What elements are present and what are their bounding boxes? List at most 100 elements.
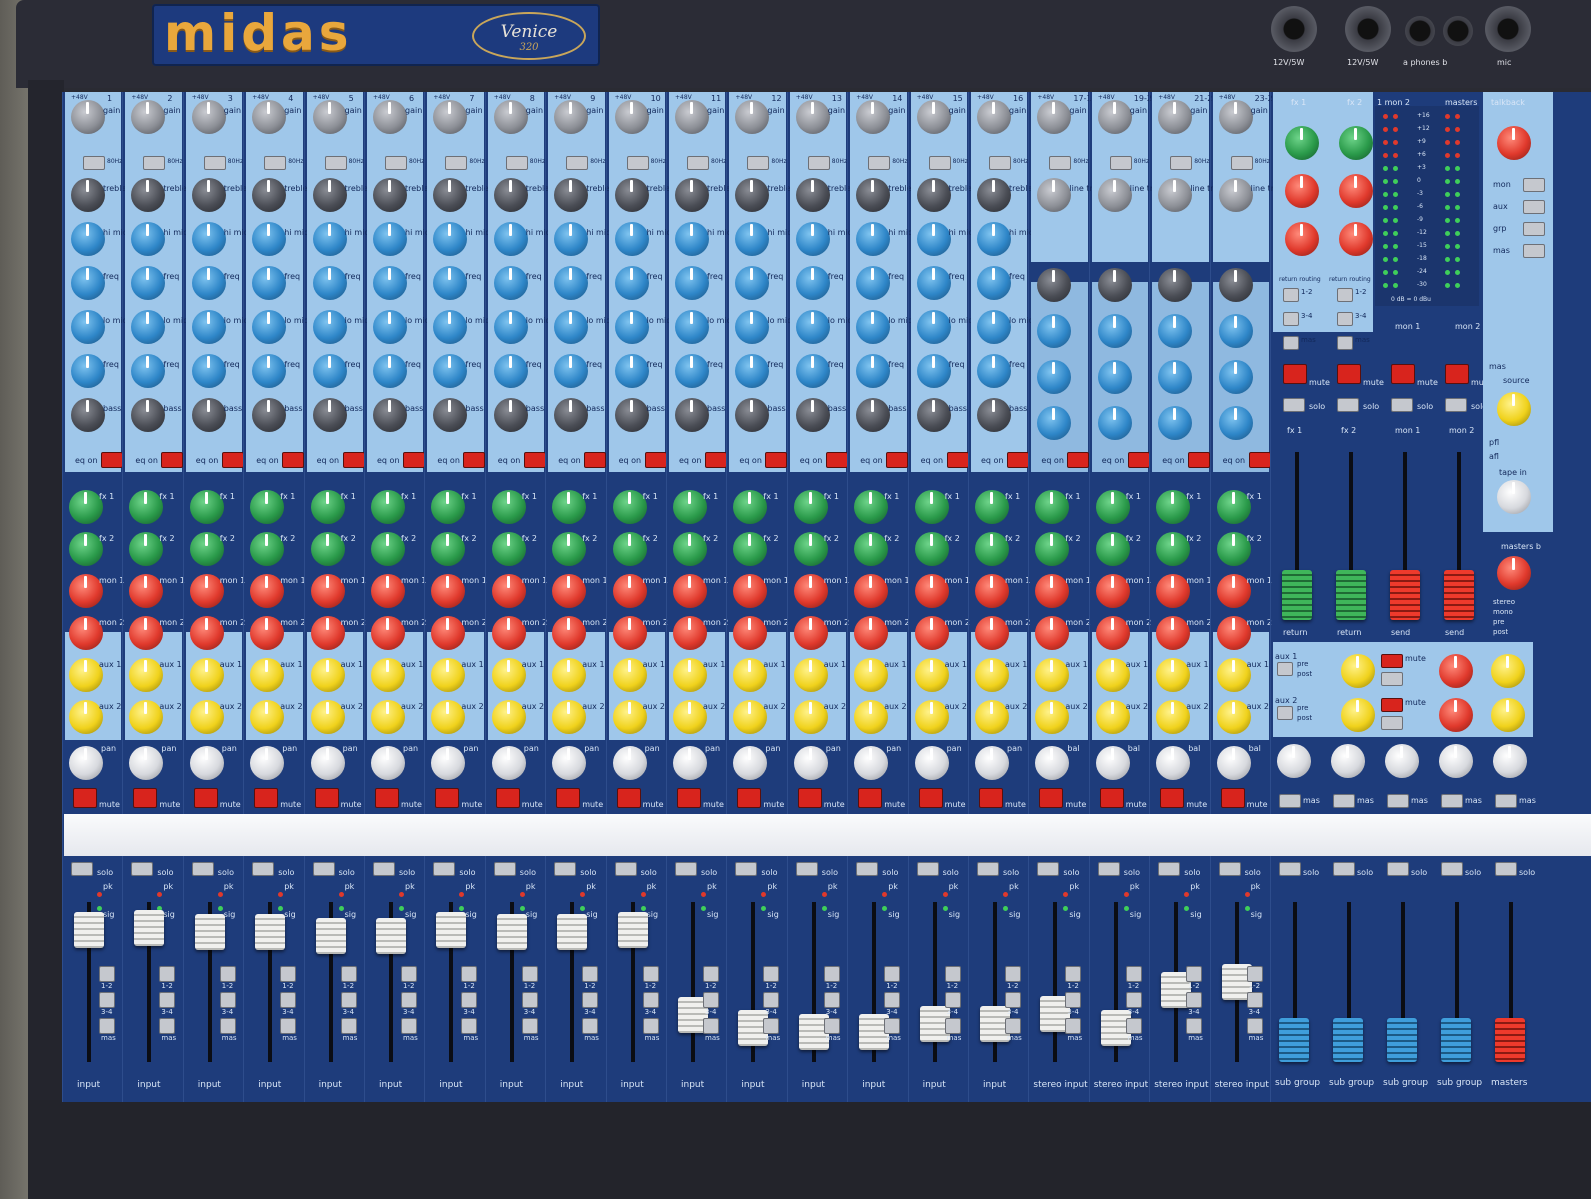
- fx-return-knob[interactable]: [1339, 126, 1373, 160]
- lo-mid-freq-knob[interactable]: [977, 354, 1011, 388]
- bass-knob[interactable]: [977, 398, 1011, 432]
- treble-knob[interactable]: [493, 178, 528, 212]
- master-solo-button[interactable]: [1283, 398, 1305, 412]
- fx1-send-knob[interactable]: [371, 490, 405, 524]
- talkback-dest-button[interactable]: [1523, 200, 1545, 214]
- hi-mid-knob[interactable]: [614, 222, 649, 256]
- routing-button[interactable]: [461, 966, 478, 982]
- aux2-send-knob[interactable]: [69, 700, 103, 734]
- channel-fader[interactable]: [376, 918, 406, 954]
- treble-knob[interactable]: [312, 178, 347, 212]
- treble-knob[interactable]: [554, 178, 589, 212]
- eq-on-button[interactable]: [644, 452, 667, 468]
- hpf-button[interactable]: [385, 156, 407, 170]
- hpf-button[interactable]: [928, 156, 951, 170]
- eq-on-button[interactable]: [282, 452, 305, 468]
- aux2-send-knob[interactable]: [612, 700, 647, 734]
- hi-mid-freq-knob[interactable]: [312, 266, 347, 300]
- mon1-send-knob[interactable]: [854, 574, 889, 608]
- solo-button[interactable]: [916, 862, 939, 876]
- mute-button[interactable]: [1099, 788, 1124, 808]
- master-solo-button[interactable]: [1445, 398, 1467, 412]
- bass-knob[interactable]: [71, 398, 105, 432]
- aux1-send-knob[interactable]: [189, 658, 224, 692]
- hi-mid-knob[interactable]: [554, 222, 589, 256]
- routing-button[interactable]: [219, 966, 236, 982]
- lo-mid-knob[interactable]: [977, 310, 1011, 344]
- eq-on-button[interactable]: [1188, 452, 1211, 468]
- solo-button[interactable]: [131, 862, 154, 876]
- lo-mid-knob[interactable]: [795, 310, 830, 344]
- lo-mid-knob[interactable]: [373, 310, 407, 344]
- pan-knob[interactable]: [431, 746, 466, 780]
- routing-button[interactable]: [1246, 1018, 1263, 1034]
- routing-button[interactable]: [280, 1018, 297, 1034]
- hpf-button[interactable]: [143, 156, 166, 170]
- lo-mid-knob[interactable]: [614, 310, 649, 344]
- pan-knob[interactable]: [673, 746, 707, 780]
- mute-button[interactable]: [193, 788, 218, 808]
- fx1-send-knob[interactable]: [129, 490, 164, 524]
- bass-knob[interactable]: [1158, 406, 1193, 440]
- gain-knob[interactable]: [856, 100, 891, 134]
- eq-on-button[interactable]: [1067, 452, 1090, 468]
- eq-on-button[interactable]: [946, 452, 969, 468]
- aux2-send-knob[interactable]: [673, 700, 707, 734]
- hi-mid-knob[interactable]: [191, 222, 226, 256]
- lo-mid-freq-knob[interactable]: [373, 354, 407, 388]
- lo-mid-knob[interactable]: [71, 310, 105, 344]
- lo-mid-freq-knob[interactable]: [554, 354, 589, 388]
- routing-button[interactable]: [1005, 992, 1021, 1008]
- group-solo-button[interactable]: [1279, 862, 1301, 876]
- routing-button[interactable]: [461, 1018, 478, 1034]
- group-solo-button[interactable]: [1387, 862, 1409, 876]
- mon1-send-knob[interactable]: [129, 574, 164, 608]
- talkback-mic-socket[interactable]: [1485, 6, 1531, 52]
- mon2-send-knob[interactable]: [552, 616, 587, 650]
- line-trim-knob[interactable]: [1218, 178, 1253, 212]
- channel-fader[interactable]: [74, 912, 104, 948]
- fx2-send-knob[interactable]: [189, 532, 224, 566]
- fx1-send-knob[interactable]: [914, 490, 949, 524]
- aux-master-mute[interactable]: [1381, 654, 1403, 668]
- mon1-send-knob[interactable]: [914, 574, 949, 608]
- aux-master-solo[interactable]: [1381, 672, 1403, 686]
- lo-mid-freq-knob[interactable]: [71, 354, 105, 388]
- channel-fader[interactable]: [194, 914, 225, 950]
- treble-knob[interactable]: [1218, 268, 1253, 302]
- fx1-send-knob[interactable]: [69, 490, 103, 524]
- fx2-send-knob[interactable]: [673, 532, 707, 566]
- return-routing-button[interactable]: [1337, 312, 1353, 326]
- mon1-send-knob[interactable]: [491, 574, 526, 608]
- pan-knob[interactable]: [189, 746, 224, 780]
- mon1-send-knob[interactable]: [250, 574, 285, 608]
- hpf-button[interactable]: [626, 156, 649, 170]
- routing-button[interactable]: [1065, 1018, 1082, 1034]
- master-mute-button[interactable]: [1337, 364, 1361, 384]
- pan-knob[interactable]: [854, 746, 889, 780]
- fx-return-knob[interactable]: [1285, 174, 1319, 208]
- hi-mid-freq-knob[interactable]: [554, 266, 589, 300]
- talkback-dest-button[interactable]: [1523, 178, 1545, 192]
- routing-button[interactable]: [703, 966, 719, 982]
- pan-knob[interactable]: [793, 746, 828, 780]
- bass-knob[interactable]: [493, 398, 528, 432]
- mute-button[interactable]: [797, 788, 822, 808]
- lo-mid-freq-knob[interactable]: [916, 354, 951, 388]
- fx-return-knob[interactable]: [1339, 222, 1373, 256]
- gain-knob[interactable]: [614, 100, 649, 134]
- routing-button[interactable]: [1125, 1018, 1142, 1034]
- fx1-send-knob[interactable]: [793, 490, 828, 524]
- lo-mid-knob[interactable]: [856, 310, 891, 344]
- routing-button[interactable]: [763, 1018, 780, 1034]
- fx1-send-knob[interactable]: [310, 490, 345, 524]
- solo-button[interactable]: [795, 862, 818, 876]
- aux1-send-knob[interactable]: [250, 658, 285, 692]
- mon2-send-knob[interactable]: [250, 616, 285, 650]
- pan-knob[interactable]: [491, 746, 526, 780]
- bass-knob[interactable]: [1097, 406, 1132, 440]
- hi-mid-freq-knob[interactable]: [795, 266, 830, 300]
- lo-mid-freq-knob[interactable]: [493, 354, 528, 388]
- aux2-send-knob[interactable]: [975, 700, 1009, 734]
- routing-button[interactable]: [1186, 1018, 1203, 1034]
